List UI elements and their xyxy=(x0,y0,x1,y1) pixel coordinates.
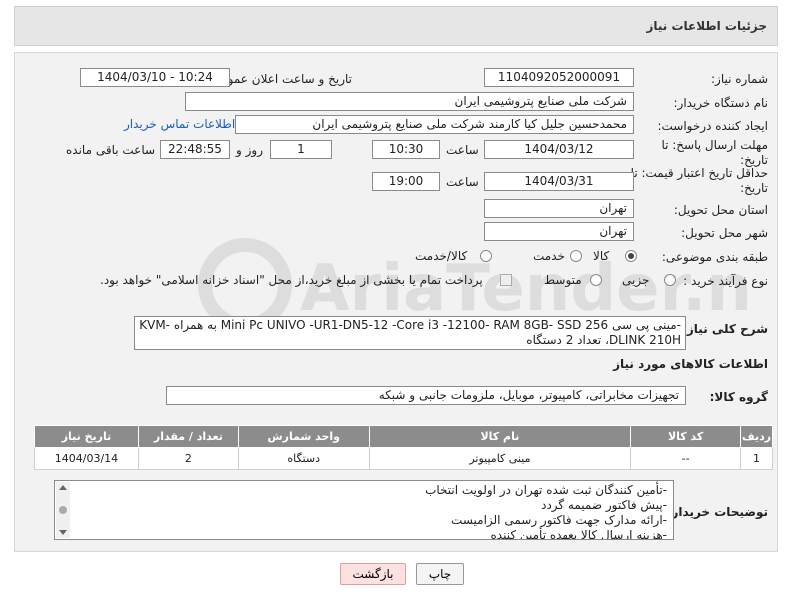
remaining-time-field: 22:48:55 xyxy=(160,140,230,159)
process-radio-minor[interactable] xyxy=(664,274,676,286)
process-type-label: نوع فرآیند خرید : xyxy=(683,274,768,288)
buyer-notes-line: -پیش فاکتور ضمیمه گردد xyxy=(541,498,667,512)
remaining-time-label: ساعت باقی مانده xyxy=(66,143,156,157)
treasury-payment-note: پرداخت تمام یا بخشی از مبلغ خرید،از محل … xyxy=(100,273,483,287)
delivery-city-label: شهر محل تحویل: xyxy=(681,226,768,240)
cell-unit: دستگاه xyxy=(237,447,370,470)
buyer-notes-line: -هزینه ارسال کالا بعهده تأمین کننده xyxy=(490,528,667,540)
cell-code: -- xyxy=(630,447,742,470)
buyer-org-label: نام دستگاه خریدار: xyxy=(673,96,769,110)
notes-scrollbar[interactable] xyxy=(56,482,70,538)
buyer-notes-field: -تأمین کنندگان ثبت شده تهران در اولویت ا… xyxy=(54,480,674,540)
buyer-notes-line: -ارائه مدارک جهت فاکتور رسمی الزامیست xyxy=(451,513,667,527)
reply-deadline-label: مهلت ارسال پاسخ: تا تاریخ: xyxy=(661,138,768,167)
need-number-field: 1104092052000091 xyxy=(484,68,634,87)
category-radio-goods-service[interactable] xyxy=(480,250,492,262)
reply-deadline-time-label: ساعت xyxy=(446,143,479,157)
description-label: شرح کلی نیاز: xyxy=(682,322,768,336)
need-number-label: شماره نیاز: xyxy=(711,72,768,86)
buyer-org-field: شرکت ملی صنایع پتروشیمی ایران xyxy=(185,92,634,111)
col-header-row: ردیف xyxy=(740,425,773,448)
category-option-goods-service: کالا/خدمت xyxy=(415,249,468,263)
category-radio-goods[interactable] xyxy=(625,250,637,262)
announce-datetime-field: 1404/03/10 - 10:24 xyxy=(80,68,230,87)
requester-field: محمدحسین جلیل کیا کارمند شرکت ملی صنایع … xyxy=(235,115,634,134)
reply-deadline-date: 1404/03/12 xyxy=(484,140,634,159)
col-header-unit: واحد شمارش xyxy=(237,425,370,448)
price-validity-time-label: ساعت xyxy=(446,175,479,189)
table-row: 1 -- مینی کامپیوتر دستگاه 2 1404/03/14 xyxy=(34,447,773,470)
page-header: جزئیات اطلاعات نیاز xyxy=(14,6,778,46)
description-field: -مینی پی سی Mini Pc UNIVO -UR1-DN5-12 -C… xyxy=(134,316,686,350)
requester-label: ایجاد کننده درخواست: xyxy=(657,119,768,133)
buyer-notes-line: -تأمین کنندگان ثبت شده تهران در اولویت ا… xyxy=(425,483,667,497)
cell-name: مینی کامپیوتر xyxy=(368,447,632,470)
delivery-province-label: استان محل تحویل: xyxy=(673,203,768,217)
price-validity-label: حداقل تاریخ اعتبار قیمت: تا تاریخ: xyxy=(630,166,768,195)
days-label: روز و xyxy=(236,143,263,157)
buyer-contact-link[interactable]: اطلاعات تماس خریدار xyxy=(124,117,235,131)
col-header-name: نام کالا xyxy=(368,425,632,448)
buyer-notes-label: توضیحات خریدار: xyxy=(666,505,768,519)
page-title: جزئیات اطلاعات نیاز xyxy=(646,19,767,33)
cell-row: 1 xyxy=(740,447,773,470)
goods-group-field: تجهیزات مخابراتی، کامپیوتر، موبایل، ملزو… xyxy=(166,386,686,405)
category-radio-service[interactable] xyxy=(570,250,582,262)
process-option-minor: جزیی xyxy=(622,273,650,287)
category-option-service: خدمت xyxy=(533,249,565,263)
delivery-province-field: تهران xyxy=(484,199,634,218)
col-header-date: تاریخ نیاز xyxy=(34,425,139,448)
category-option-goods: کالا xyxy=(593,249,610,263)
goods-group-label: گروه کالا: xyxy=(709,390,768,404)
back-button[interactable]: بازگشت xyxy=(340,563,406,585)
delivery-city-field: تهران xyxy=(484,222,634,241)
goods-info-title: اطلاعات کالاهای مورد نیاز xyxy=(613,357,768,371)
col-header-code: کد کالا xyxy=(630,425,742,448)
items-table-header: ردیف کد کالا نام کالا واحد شمارش تعداد /… xyxy=(34,425,773,448)
items-table: ردیف کد کالا نام کالا واحد شمارش تعداد /… xyxy=(34,425,773,470)
treasury-payment-checkbox[interactable] xyxy=(500,274,512,286)
remaining-days-field: 1 xyxy=(270,140,332,159)
process-radio-medium[interactable] xyxy=(590,274,602,286)
cell-quantity: 2 xyxy=(137,447,239,470)
price-validity-time: 19:00 xyxy=(372,172,440,191)
category-label: طبقه بندی موضوعی: xyxy=(661,250,768,264)
cell-date: 1404/03/14 xyxy=(34,447,139,470)
process-option-medium: متوسط xyxy=(544,273,582,287)
print-button[interactable]: چاپ xyxy=(416,563,464,585)
price-validity-date: 1404/03/31 xyxy=(484,172,634,191)
col-header-quantity: تعداد / مقدار xyxy=(137,425,239,448)
reply-deadline-time: 10:30 xyxy=(372,140,440,159)
scroll-thumb-icon xyxy=(59,506,67,514)
